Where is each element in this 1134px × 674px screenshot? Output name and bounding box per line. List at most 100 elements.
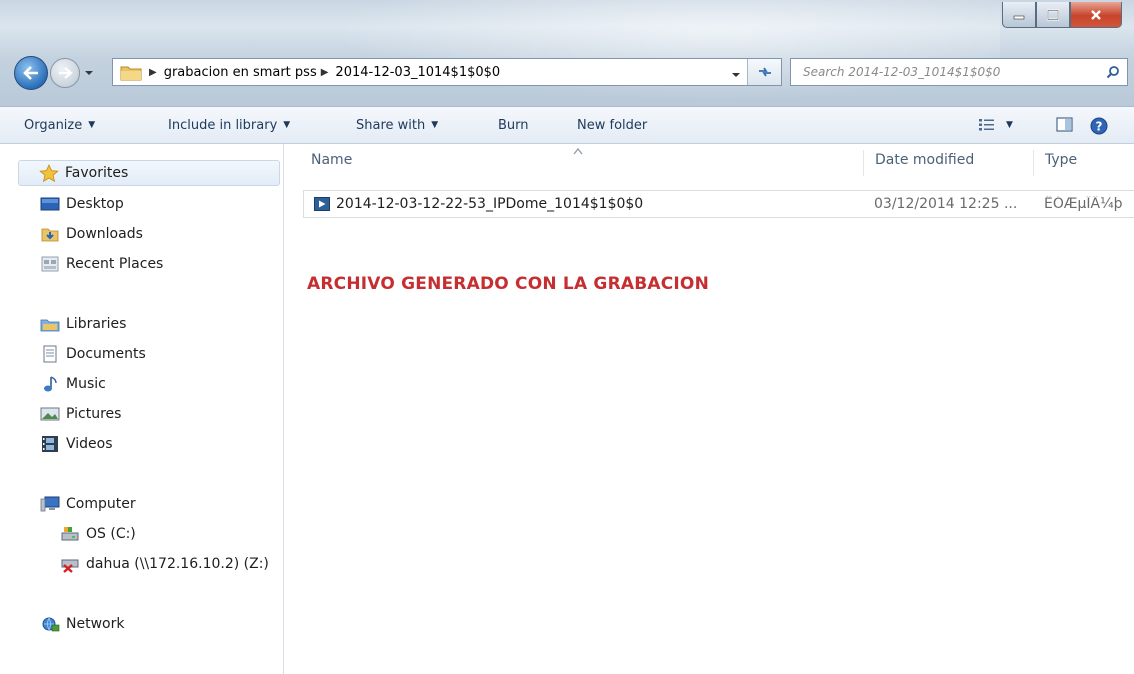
share-label: Share with	[356, 117, 426, 133]
nav-favorites-label: Favorites	[65, 165, 129, 181]
music-icon	[40, 375, 60, 393]
videos-icon	[40, 435, 60, 453]
organize-button[interactable]: Organize ▼	[24, 118, 95, 133]
maximize-button[interactable]	[1036, 2, 1070, 28]
explorer-window: ▶ grabacion en smart pss ▶ 2014-12-03_10…	[0, 0, 1134, 674]
address-history-button[interactable]	[731, 68, 741, 83]
navigation-pane: Favorites Desktop Downloads Recent Place…	[0, 144, 284, 674]
nav-computer[interactable]: Computer	[40, 492, 136, 516]
burn-button[interactable]: Burn	[498, 118, 529, 133]
nav-favorites[interactable]: Favorites	[18, 160, 280, 186]
caption-buttons	[1002, 2, 1122, 30]
breadcrumb-parent[interactable]: grabacion en smart pss	[164, 65, 317, 80]
close-icon	[1091, 9, 1101, 20]
column-header-name[interactable]: Name	[311, 152, 352, 168]
recent-pages-button[interactable]	[82, 66, 96, 80]
column-divider[interactable]	[863, 150, 864, 176]
nav-documents[interactable]: Documents	[40, 342, 146, 366]
minimize-button[interactable]	[1002, 2, 1036, 28]
svg-text:?: ?	[1096, 120, 1103, 134]
new-folder-label: New folder	[577, 117, 648, 133]
chevron-down-icon	[732, 73, 740, 77]
minimize-icon	[1013, 15, 1025, 19]
include-in-library-button[interactable]: Include in library ▼	[168, 118, 290, 133]
refresh-button[interactable]	[747, 59, 781, 85]
column-header-type[interactable]: Type	[1045, 152, 1077, 168]
forward-arrow-icon	[59, 67, 73, 79]
nav-pictures-label: Pictures	[66, 406, 122, 422]
nav-network-label: Network	[66, 616, 125, 632]
preview-pane-icon	[1056, 117, 1073, 132]
nav-recent-places[interactable]: Recent Places	[40, 252, 163, 276]
file-type: ÊÓÆµÎÄ¼þ	[1044, 196, 1123, 212]
annotation-text: ARCHIVO GENERADO CON LA GRABACION	[307, 274, 710, 294]
nav-videos[interactable]: Videos	[40, 432, 113, 456]
computer-icon	[40, 495, 60, 513]
desktop-icon	[40, 195, 60, 213]
video-file-icon	[314, 197, 330, 215]
nav-computer-label: Computer	[66, 496, 136, 512]
chevron-down-icon: ▼	[431, 120, 439, 130]
forward-button[interactable]	[50, 58, 80, 88]
breadcrumb-current[interactable]: 2014-12-03_1014$1$0$0	[335, 65, 500, 80]
breadcrumb-separator[interactable]: ▶	[321, 67, 329, 78]
nav-desktop[interactable]: Desktop	[40, 192, 124, 216]
new-folder-button[interactable]: New folder	[577, 118, 647, 133]
sort-ascending-icon	[573, 144, 583, 159]
pictures-icon	[40, 405, 60, 423]
chevron-down-icon: ▼	[88, 120, 96, 130]
view-details-icon	[979, 119, 994, 131]
column-divider[interactable]	[1033, 150, 1034, 176]
maximize-icon	[1047, 9, 1059, 20]
burn-label: Burn	[498, 117, 529, 133]
nav-network-drive-z-label: dahua (\\172.16.10.2) (Z:)	[86, 556, 269, 572]
folder-icon	[119, 61, 145, 83]
chevron-down-icon: ▼	[283, 120, 291, 130]
recent-places-icon	[40, 255, 60, 273]
share-with-button[interactable]: Share with ▼	[356, 118, 438, 133]
file-date-modified: 03/12/2014 12:25 ...	[874, 196, 1018, 212]
file-name: 2014-12-03-12-22-53_IPDome_1014$1$0$0	[336, 196, 644, 212]
nav-pictures[interactable]: Pictures	[40, 402, 121, 426]
search-icon[interactable]	[1099, 65, 1127, 79]
nav-network[interactable]: Network	[40, 612, 124, 636]
network-icon	[40, 615, 60, 633]
nav-videos-label: Videos	[66, 436, 113, 452]
libraries-icon	[40, 315, 60, 333]
star-icon	[39, 164, 59, 182]
help-icon: ?	[1090, 117, 1108, 135]
change-view-button[interactable]: ▼	[978, 118, 1013, 132]
nav-drive-c[interactable]: OS (C:)	[60, 522, 136, 546]
close-button[interactable]	[1070, 2, 1122, 28]
nav-network-drive-z[interactable]: dahua (\\172.16.10.2) (Z:)	[60, 552, 269, 576]
nav-music-label: Music	[66, 376, 106, 392]
disconnected-network-drive-icon	[60, 555, 80, 573]
chevron-down-icon	[85, 71, 93, 75]
nav-downloads-label: Downloads	[66, 226, 143, 242]
nav-documents-label: Documents	[66, 346, 146, 362]
nav-drive-c-label: OS (C:)	[86, 526, 136, 542]
search-box[interactable]: Search 2014-12-03_1014$1$0$0	[790, 58, 1128, 86]
downloads-icon	[40, 225, 60, 243]
command-bar: Organize ▼ Include in library ▼ Share with…	[0, 106, 1134, 144]
organize-label: Organize	[24, 117, 83, 133]
nav-desktop-label: Desktop	[66, 196, 124, 212]
column-header-date-modified[interactable]: Date modified	[875, 152, 974, 168]
file-list-pane: Name Date modified Type 2014-12-03-12-22…	[285, 144, 1134, 674]
nav-recent-places-label: Recent Places	[66, 256, 164, 272]
file-row[interactable]: 2014-12-03-12-22-53_IPDome_1014$1$0$0 03…	[303, 190, 1134, 218]
drive-icon	[60, 525, 80, 543]
nav-music[interactable]: Music	[40, 372, 106, 396]
include-label: Include in library	[168, 117, 278, 133]
navigation-buttons	[14, 56, 96, 90]
title-bar: ▶ grabacion en smart pss ▶ 2014-12-03_10…	[0, 0, 1134, 106]
nav-libraries-label: Libraries	[66, 316, 127, 332]
search-input[interactable]: Search 2014-12-03_1014$1$0$0	[791, 65, 1099, 79]
address-bar[interactable]: ▶ grabacion en smart pss ▶ 2014-12-03_10…	[112, 58, 782, 86]
nav-downloads[interactable]: Downloads	[40, 222, 143, 246]
preview-pane-button[interactable]	[1056, 117, 1074, 137]
breadcrumb-separator[interactable]: ▶	[149, 67, 157, 78]
nav-libraries[interactable]: Libraries	[40, 312, 126, 336]
help-button[interactable]: ?	[1090, 117, 1108, 139]
back-button[interactable]	[14, 56, 48, 90]
